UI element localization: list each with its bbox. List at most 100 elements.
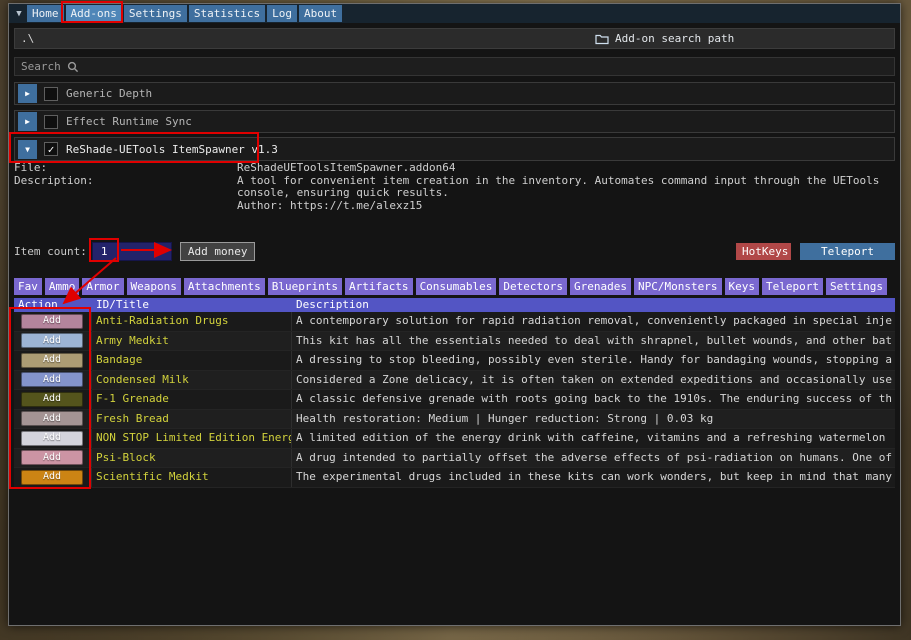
item-description: A drug intended to partially offset the … <box>296 450 893 464</box>
action-cell: Add <box>14 370 92 389</box>
tab-teleport[interactable]: Teleport <box>762 278 823 295</box>
enable-checkbox[interactable] <box>44 114 58 129</box>
action-cell: Add <box>14 468 92 487</box>
add-item-button[interactable]: Add <box>21 391 83 407</box>
file-label: File: <box>14 161 48 174</box>
search-icon <box>67 61 78 72</box>
hotkeys-button[interactable]: HotKeys <box>736 242 791 260</box>
collapse-window-icon[interactable]: ▼ <box>13 9 25 19</box>
addon-search-path-bar: .\ Add-on search path <box>14 28 895 49</box>
item-title: Scientific Medkit <box>92 468 292 487</box>
tab-grenades[interactable]: Grenades <box>570 278 632 295</box>
table-row: Add Psi-Block A drug intended to partially… <box>14 448 895 468</box>
tab-weapons[interactable]: Weapons <box>126 278 181 295</box>
item-description: A limited edition of the energy drink wi… <box>296 431 886 444</box>
table-row: Add Scientific Medkit The experimental dru… <box>14 468 895 488</box>
table-row: Add Condensed Milk Considered a Zone delic… <box>14 370 895 390</box>
item-description: The experimental drugs included in these… <box>296 470 893 483</box>
item-description: Considered a Zone delicacy, it is often … <box>296 372 893 386</box>
menu-item-add-ons[interactable]: Add-ons <box>65 5 122 22</box>
tab-ammo[interactable]: Ammo <box>44 278 80 295</box>
addon-list: ▶ Generic Depth ▶ Effect Runtime Sync <box>14 82 895 138</box>
description-line: console, ensuring quick results. <box>237 186 449 199</box>
tab-artifacts[interactable]: Artifacts <box>344 278 413 295</box>
tab-keys[interactable]: Keys <box>724 278 759 295</box>
addon-name: Generic Depth <box>66 87 153 100</box>
menu-item-settings[interactable]: Settings <box>123 5 187 22</box>
add-item-button[interactable]: Add <box>21 430 83 446</box>
column-header-description[interactable]: Description <box>292 298 895 312</box>
item-description: A dressing to stop bleeding, possibly ev… <box>296 353 893 366</box>
item-description: This kit has all the essentials needed t… <box>296 333 893 347</box>
description-value: A tool for convenient item creation in t… <box>237 174 879 213</box>
category-tabs: Fav Ammo Armor Weapons Attachments Blueprints… <box>14 278 895 295</box>
addon-search-path-button[interactable]: Add-on search path <box>589 30 740 47</box>
collapse-icon[interactable]: ▼ <box>18 139 37 159</box>
tab-attachments[interactable]: Attachments <box>183 278 265 295</box>
add-item-button[interactable]: Add <box>21 469 83 485</box>
folder-icon <box>595 34 609 44</box>
tab-detectors[interactable]: Detectors <box>499 278 568 295</box>
add-item-button[interactable]: Add <box>21 352 83 368</box>
menu-item-home[interactable]: Home <box>27 5 64 22</box>
item-description: A contemporary solution for rapid radiat… <box>296 314 893 327</box>
expand-icon[interactable]: ▶ <box>18 84 37 103</box>
add-item-button[interactable]: Add <box>21 333 83 349</box>
menu-item-log[interactable]: Log <box>267 5 297 22</box>
action-cell: Add <box>14 448 92 467</box>
addon-enabled-checkbox[interactable]: ✓ <box>44 142 58 156</box>
add-money-button[interactable]: Add money <box>179 241 256 261</box>
add-item-button[interactable]: Add <box>21 450 83 466</box>
add-item-button[interactable]: Add <box>21 372 83 388</box>
item-title: Army Medkit <box>92 331 292 350</box>
description-label: Description: <box>14 173 94 187</box>
addon-search-path-label: Add-on search path <box>615 32 735 45</box>
search-input[interactable]: Search <box>14 57 895 76</box>
enable-checkbox[interactable] <box>44 86 58 101</box>
item-title: NON STOP Limited Edition Energ <box>92 429 292 448</box>
addon-section-generic-depth: ▶ Generic Depth <box>14 82 895 105</box>
action-cell: Add <box>14 331 92 350</box>
item-title: F-1 Grenade <box>92 390 292 409</box>
addon-header-itemspawner[interactable]: ▼ ✓ ReShade-UETools ItemSpawner v1.3 <box>14 137 895 161</box>
add-item-button[interactable]: Add <box>21 411 83 427</box>
tab-fav[interactable]: Fav <box>14 278 42 295</box>
search-path-input[interactable]: .\ <box>21 32 34 45</box>
tab-armor[interactable]: Armor <box>82 278 124 295</box>
action-cell: Add <box>14 429 92 448</box>
item-description: A classic defensive grenade with roots g… <box>296 392 893 405</box>
item-title: Anti-Radiation Drugs <box>92 312 292 331</box>
teleport-button[interactable]: Teleport <box>800 242 895 260</box>
item-count-label: Item count: <box>14 244 87 258</box>
action-cell: Add <box>14 390 92 409</box>
item-title: Psi-Block <box>92 448 292 467</box>
item-count-input[interactable]: 1 <box>91 241 172 261</box>
table-header: Action ID/Title Description <box>14 298 895 312</box>
table-row: Add Fresh Bread Health restoration: Medium… <box>14 409 895 429</box>
expand-icon[interactable]: ▶ <box>18 112 37 131</box>
tab-settings[interactable]: Settings <box>825 278 887 295</box>
item-description: Health restoration: Medium | Hunger redu… <box>296 411 714 425</box>
table-row: Add Army Medkit This kit has all the essen… <box>14 331 895 351</box>
item-title: Fresh Bread <box>92 409 292 428</box>
action-cell: Add <box>14 312 92 331</box>
description-line: Author: https://t.me/alexz15 <box>237 198 423 212</box>
menu-item-about[interactable]: About <box>298 5 343 22</box>
item-title: Condensed Milk <box>92 370 292 389</box>
item-title: Bandage <box>92 351 292 370</box>
column-header-id-title[interactable]: ID/Title <box>92 298 292 312</box>
tab-blueprints[interactable]: Blueprints <box>267 278 342 295</box>
table-row: Add F-1 Grenade A classic defensive grenad… <box>14 390 895 410</box>
tab-npc-monsters[interactable]: NPC/Monsters <box>634 278 722 295</box>
check-icon: ✓ <box>47 142 55 156</box>
table-row: Add Anti-Radiation Drugs A contemporary so… <box>14 312 895 332</box>
menu-item-statistics[interactable]: Statistics <box>188 5 266 22</box>
add-item-button[interactable]: Add <box>21 313 83 329</box>
addon-title: ReShade-UETools ItemSpawner v1.3 <box>66 142 278 156</box>
search-placeholder: Search <box>21 60 61 73</box>
column-header-action[interactable]: Action <box>14 298 92 312</box>
table-row: Add Bandage A dressing to stop bleeding, p… <box>14 351 895 371</box>
reshade-window: ▼ Home Add-ons Settings Statistics Log About … <box>8 3 901 626</box>
tab-consumables[interactable]: Consumables <box>415 278 497 295</box>
addon-info: File: ReShadeUEToolsItemSpawner.addon64 … <box>14 161 895 213</box>
